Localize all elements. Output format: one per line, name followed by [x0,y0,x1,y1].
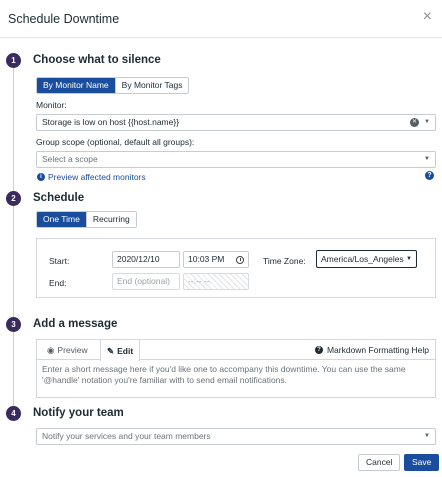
notify-placeholder: Notify your services and your team membe… [42,431,211,441]
group-scope-select[interactable]: Select a scope ▼ [36,151,436,168]
step-3-badge: 3 [6,317,21,332]
preview-affected-monitors-link[interactable]: i Preview affected monitors [37,172,146,182]
end-label: End: [49,278,67,288]
monitor-select[interactable]: Storage is low on host {{host.name}} ✕ ▼ [36,114,436,131]
tab-recurring[interactable]: Recurring [85,212,136,227]
start-time-value: 10:03 PM [188,254,225,264]
timezone-label: Time Zone: [263,256,306,266]
tab-edit[interactable]: ✎ Edit [100,340,141,361]
step-2-badge: 2 [6,191,21,206]
end-date-input[interactable]: End (optional) [112,273,180,290]
message-tabs: ◉ Preview ✎ Edit ? Markdown Formatting H… [37,340,435,361]
steps-rail [13,60,14,416]
section-title-message: Add a message [33,318,118,330]
monitor-label: Monitor: [36,100,67,110]
end-time-input[interactable]: --:-- -- [183,273,249,290]
group-scope-label: Group scope (optional, default all group… [36,137,195,147]
notify-team-select[interactable]: Notify your services and your team membe… [36,428,436,445]
tab-by-monitor-tags[interactable]: By Monitor Tags [114,78,189,93]
chevron-down-icon: ▼ [424,119,430,125]
cancel-button[interactable]: Cancel [358,454,401,471]
schedule-type-toggle: One Time Recurring [36,211,137,228]
save-button[interactable]: Save [404,454,440,471]
silence-mode-toggle: By Monitor Name By Monitor Tags [36,77,190,94]
dialog-title: Schedule Downtime [8,12,120,26]
message-editor: ◉ Preview ✎ Edit ? Markdown Formatting H… [36,339,436,398]
message-textarea[interactable]: Enter a short message here if you'd like… [42,364,432,386]
dialog-header: Schedule Downtime × [0,0,442,38]
start-date-input[interactable]: 2020/12/10 [112,251,180,268]
tab-preview-label: Preview [57,345,88,355]
close-icon[interactable]: × [423,9,432,25]
monitor-select-value: Storage is low on host {{host.name}} [42,117,180,127]
start-time-input[interactable]: 10:03 PM [183,251,249,268]
markdown-help-link[interactable]: ? Markdown Formatting Help [314,340,429,360]
help-icon: ? [314,346,323,354]
tab-preview[interactable]: ◉ Preview [41,340,94,360]
help-icon[interactable]: ? [425,171,434,180]
chevron-down-icon: ▼ [406,256,412,262]
pencil-icon: ✎ [107,345,115,356]
start-label: Start: [49,256,70,266]
section-title-silence: Choose what to silence [33,54,161,66]
clear-icon[interactable]: ✕ [410,118,419,127]
preview-link-label: Preview affected monitors [48,172,146,182]
section-title-schedule: Schedule [33,192,85,204]
tab-edit-label: Edit [117,345,134,356]
group-scope-placeholder: Select a scope [42,154,98,164]
info-icon: i [37,173,45,181]
chevron-down-icon: ▼ [424,156,430,162]
timezone-value: America/Los_Angeles [321,254,404,264]
step-1-badge: 1 [6,53,21,68]
tab-by-monitor-name[interactable]: By Monitor Name [37,78,115,93]
tab-one-time[interactable]: One Time [37,212,86,227]
eye-icon: ◉ [47,345,55,355]
section-title-notify: Notify your team [33,407,124,419]
step-4-badge: 4 [6,406,21,421]
timezone-select[interactable]: America/Los_Angeles ▼ [316,250,417,268]
markdown-help-label: Markdown Formatting Help [326,345,429,355]
chevron-down-icon: ▼ [424,433,430,439]
clock-icon [236,256,244,264]
